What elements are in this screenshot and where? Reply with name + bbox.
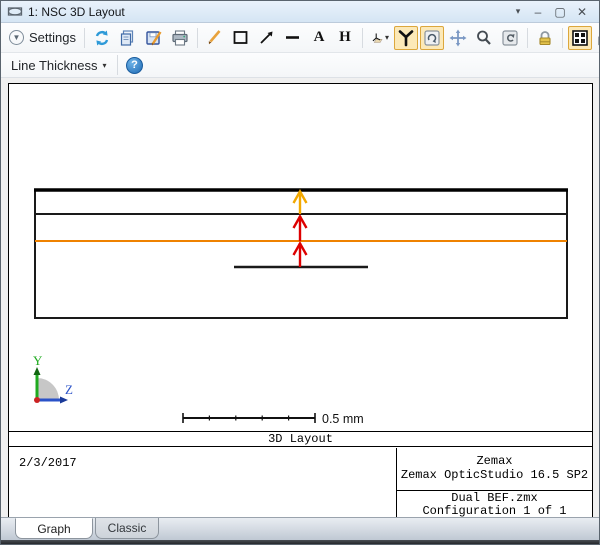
draw-line-button[interactable] bbox=[281, 26, 305, 50]
toolbar-separator bbox=[562, 28, 563, 48]
draw-rectangle-button[interactable] bbox=[229, 26, 253, 50]
rotate-3d-button[interactable] bbox=[394, 26, 418, 50]
toolbar-separator bbox=[197, 28, 198, 48]
bottom-tab-strip: Graph Classic bbox=[1, 517, 599, 544]
tab-classic[interactable]: Classic bbox=[95, 518, 159, 539]
rotate-3d-icon bbox=[397, 29, 415, 47]
plot-caption: 3D Layout bbox=[9, 431, 592, 447]
save-button[interactable] bbox=[142, 26, 166, 50]
reset-view-button[interactable] bbox=[498, 26, 522, 50]
nsc-3d-layout-window: 1: NSC 3D Layout ▾ – ▢ ✕ ▼ Settings bbox=[0, 0, 600, 545]
zoom-button[interactable] bbox=[472, 26, 496, 50]
refresh-icon bbox=[93, 29, 111, 47]
save-icon bbox=[145, 29, 163, 47]
axis-z-label: Z bbox=[65, 382, 73, 397]
reset-view-icon bbox=[501, 29, 519, 47]
layout-canvas[interactable]: Y Z 0.5 mm 3D Layout 2/3/2017 Zemax Zema… bbox=[8, 83, 593, 518]
product-name: Zemax bbox=[397, 454, 592, 468]
window-app-icon bbox=[7, 5, 23, 18]
copy-button[interactable] bbox=[116, 26, 140, 50]
window-menu-caret[interactable]: ▾ bbox=[509, 3, 527, 21]
copy-icon bbox=[119, 29, 137, 47]
draw-pencil-button[interactable] bbox=[203, 26, 227, 50]
line-thickness-dropdown[interactable]: Line Thickness ▾ bbox=[5, 55, 113, 76]
axis-y-arrowhead bbox=[34, 367, 41, 375]
chevron-down-icon: ▼ bbox=[9, 30, 24, 45]
info-product-cell: Zemax Zemax OpticStudio 16.5 SP2 bbox=[397, 448, 592, 491]
fit-window-button[interactable] bbox=[568, 26, 592, 50]
cascade-windows-button[interactable] bbox=[594, 26, 600, 50]
rotate-view-icon bbox=[423, 29, 441, 47]
rectangle-icon bbox=[232, 29, 249, 46]
info-date-cell: 2/3/2017 bbox=[9, 448, 397, 517]
line-thickness-caret: ▾ bbox=[102, 61, 106, 70]
help-button[interactable]: ? bbox=[123, 53, 147, 77]
toolbar-separator bbox=[84, 28, 85, 48]
layout-drawing: Y Z 0.5 mm bbox=[9, 84, 592, 430]
product-version: Zemax OpticStudio 16.5 SP2 bbox=[397, 468, 592, 482]
title-bar: 1: NSC 3D Layout ▾ – ▢ ✕ bbox=[1, 1, 599, 23]
axis-y-label: Y bbox=[33, 353, 43, 368]
dimension-tool-icon: H bbox=[339, 29, 351, 46]
window-title: 1: NSC 3D Layout bbox=[28, 5, 125, 19]
info-file-cell: Dual BEF.zmx Configuration 1 of 1 bbox=[397, 491, 592, 517]
draw-dimension-button[interactable]: H bbox=[333, 26, 357, 50]
line-icon bbox=[284, 29, 301, 46]
tab-graph[interactable]: Graph bbox=[15, 518, 93, 539]
pencil-icon bbox=[206, 29, 223, 46]
arrow-icon bbox=[258, 29, 275, 46]
help-icon: ? bbox=[126, 57, 143, 74]
pan-button[interactable] bbox=[446, 26, 470, 50]
main-toolbar: ▼ Settings bbox=[1, 23, 599, 53]
orientation-caret: ▾ bbox=[385, 33, 389, 42]
fit-window-icon bbox=[571, 29, 589, 47]
rotate-view-button[interactable] bbox=[420, 26, 444, 50]
text-tool-icon: A bbox=[314, 29, 325, 46]
orientation-button[interactable]: ▾ bbox=[368, 26, 392, 50]
toolbar-separator bbox=[527, 28, 528, 48]
draw-text-button[interactable]: A bbox=[307, 26, 331, 50]
print-button[interactable] bbox=[168, 26, 192, 50]
scale-bar-label: 0.5 mm bbox=[322, 412, 364, 426]
date-text: 2/3/2017 bbox=[19, 456, 77, 470]
secondary-toolbar: Line Thickness ▾ ? bbox=[1, 53, 599, 78]
minimize-button[interactable]: – bbox=[527, 3, 549, 21]
pan-icon bbox=[449, 29, 467, 47]
settings-button[interactable]: ▼ Settings bbox=[5, 26, 80, 50]
draw-arrow-button[interactable] bbox=[255, 26, 279, 50]
close-button[interactable]: ✕ bbox=[571, 3, 593, 21]
toolbar-separator bbox=[117, 55, 118, 75]
toolbar-separator bbox=[362, 28, 363, 48]
orientation-axes-icon bbox=[371, 29, 384, 47]
lock-view-button[interactable] bbox=[533, 26, 557, 50]
axis-z-arrowhead bbox=[60, 397, 68, 404]
axis-x-dot bbox=[34, 397, 40, 403]
refresh-button[interactable] bbox=[90, 26, 114, 50]
lock-icon bbox=[536, 29, 554, 47]
print-icon bbox=[171, 29, 189, 47]
axis-arc bbox=[37, 378, 59, 400]
maximize-button[interactable]: ▢ bbox=[549, 3, 571, 21]
magnifier-icon bbox=[475, 29, 493, 47]
